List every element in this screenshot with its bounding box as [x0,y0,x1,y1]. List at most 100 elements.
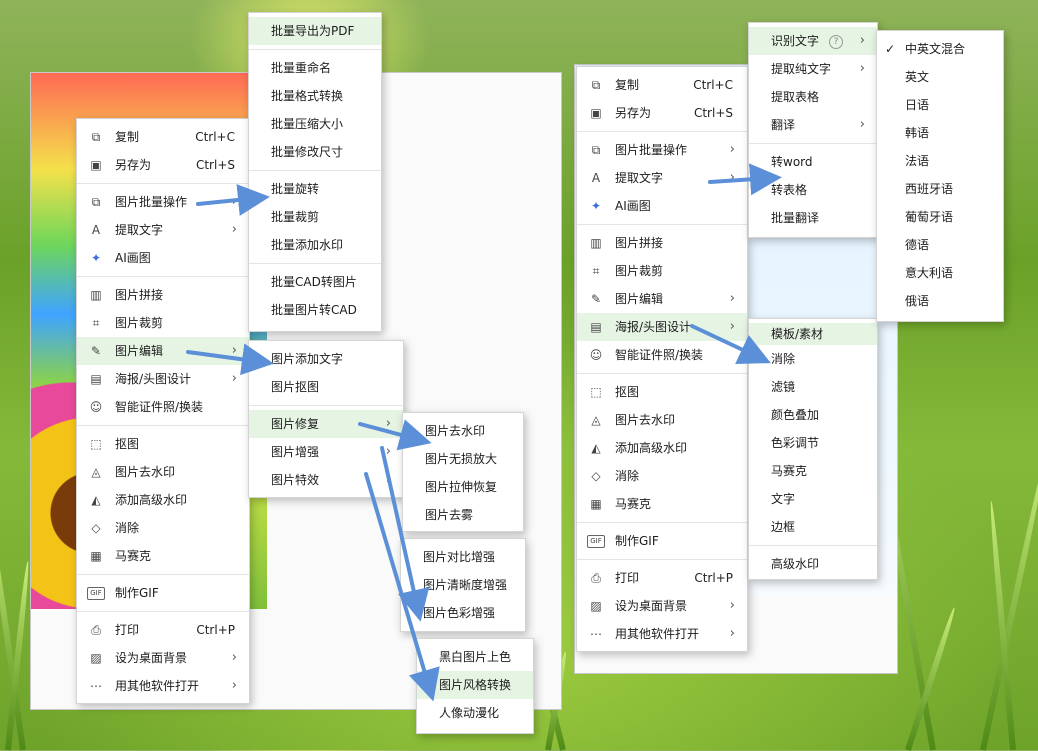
menu-item-remove-watermark[interactable]: ◬ 图片去水印 [77,458,249,486]
menu-item-enhance[interactable]: 图片增强 › [249,438,403,466]
chevron-right-icon: › [231,678,237,693]
menu-item-translate[interactable]: 翻译 › [749,111,877,139]
menu-item-lang-ja[interactable]: 日语 [877,91,1003,119]
chevron-right-icon: › [231,194,237,209]
menu-item-poster[interactable]: ▤ 海报/头图设计 › [77,365,249,393]
menu-item-lang-fr[interactable]: 法语 [877,147,1003,175]
menu-item-print[interactable]: ⎙ 打印 Ctrl+P [77,616,249,644]
menu-item-color-adjust[interactable]: 色彩调节 [749,429,877,457]
menu-item-batch[interactable]: ⧉ 图片批量操作 › [577,136,747,164]
menu-item-ai-draw[interactable]: ✦ AI画图 [77,244,249,272]
edit-icon: ✎ [90,344,102,358]
menu-item-text[interactable]: 文字 [749,485,877,513]
menu-item-erase[interactable]: ◇ 消除 [77,514,249,542]
menu-item-recognize-text[interactable]: 识别文字? › [749,27,877,55]
menu-item-wallpaper[interactable]: ▨ 设为桌面背景 › [77,644,249,672]
menu-item-cutout[interactable]: ⬚ 抠图 [77,430,249,458]
menu-item-edit[interactable]: ✎ 图片编辑 › [77,337,249,365]
menu-item-id-photo[interactable]: ☺ 智能证件照/换装 [77,393,249,421]
menu-item-edit[interactable]: ✎ 图片编辑 › [577,285,747,313]
menu-item-to-word[interactable]: 转word [749,148,877,176]
menu-item-mosaic[interactable]: ▦ 马赛克 [77,542,249,570]
menu-item-style-transfer[interactable]: 图片风格转换 [417,671,533,699]
menu-item-plain-text[interactable]: 提取纯文字 › [749,55,877,83]
poster-icon: ▤ [90,372,102,386]
menu-item-batch-cad-to-image[interactable]: 批量CAD转图片 [249,268,381,296]
menu-item-repair-watermark[interactable]: 图片去水印 [403,417,523,445]
menu-item-to-table[interactable]: 转表格 [749,176,877,204]
menu-item-lang-zh-en[interactable]: ✓ 中英文混合 [877,35,1003,63]
menu-item-batch-image-to-cad[interactable]: 批量图片转CAD [249,296,381,324]
menu-item-color-overlay[interactable]: 颜色叠加 [749,401,877,429]
menu-item-stretch-restore[interactable]: 图片拉伸恢复 [403,473,523,501]
menu-item-poster-erase[interactable]: 消除 [749,345,877,373]
menu-item-lang-de[interactable]: 德语 [877,231,1003,259]
menu-item-contrast-enhance[interactable]: 图片对比增强 [401,543,525,571]
menu-item-extract-text[interactable]: A 提取文字 › [77,216,249,244]
copy-icon: ⧉ [591,78,601,92]
menu-item-open-with[interactable]: ⋯ 用其他软件打开 › [77,672,249,700]
menu-item-copy[interactable]: ⧉ 复制 Ctrl+C [77,123,249,151]
chevron-right-icon: › [729,170,735,185]
menu-item-sharpness-enhance[interactable]: 图片清晰度增强 [401,571,525,599]
menu-item-copy[interactable]: ⧉ 复制 Ctrl+C [577,71,747,99]
menu-item-save-as[interactable]: ▣ 另存为 Ctrl+S [577,99,747,127]
menu-item-effects[interactable]: 图片特效 › [249,466,403,494]
menu-item-remove-watermark[interactable]: ◬ 图片去水印 [577,406,747,434]
menu-item-batch-rename[interactable]: 批量重命名 [249,54,381,82]
menu-item-lang-pt[interactable]: 葡萄牙语 [877,203,1003,231]
menu-item-lang-en[interactable]: 英文 [877,63,1003,91]
menu-item-crop[interactable]: ⌗ 图片裁剪 [77,309,249,337]
menu-item-collage[interactable]: ▥ 图片拼接 [77,281,249,309]
menu-item-batch-convert[interactable]: 批量格式转换 [249,82,381,110]
menu-item-repair[interactable]: 图片修复 › [249,410,403,438]
menu-item-gif[interactable]: GIF 制作GIF [577,527,747,555]
menu-item-anime-portrait[interactable]: 人像动漫化 [417,699,533,727]
menu-item-batch[interactable]: ⧉ 图片批量操作 › [77,188,249,216]
menu-item-batch-rotate[interactable]: 批量旋转 [249,175,381,203]
menu-item-batch-translate[interactable]: 批量翻译 [749,204,877,232]
menu-item-lang-ru[interactable]: 俄语 [877,287,1003,315]
menu-item-batch-resize[interactable]: 批量修改尺寸 [249,138,381,166]
menu-item-wallpaper[interactable]: ▨ 设为桌面背景 › [577,592,747,620]
menu-item-erase[interactable]: ◇ 消除 [577,462,747,490]
menu-item-ai-draw[interactable]: ✦ AI画图 [577,192,747,220]
menu-item-batch-pdf[interactable]: 批量导出为PDF [249,17,381,45]
menu-item-gif[interactable]: GIF 制作GIF [77,579,249,607]
menu-item-dehaze[interactable]: 图片去雾 [403,501,523,529]
menu-item-id-photo[interactable]: ☺ 智能证件照/换装 [577,341,747,369]
menu-item-color-enhance[interactable]: 图片色彩增强 [401,599,525,627]
menu-item-batch-watermark[interactable]: 批量添加水印 [249,231,381,259]
separator [77,276,249,277]
menu-item-crop[interactable]: ⌗ 图片裁剪 [577,257,747,285]
menu-item-print[interactable]: ⎙ 打印 Ctrl+P [577,564,747,592]
menu-item-lossless-upscale[interactable]: 图片无损放大 [403,445,523,473]
menu-item-open-with[interactable]: ⋯ 用其他软件打开 › [577,620,747,648]
menu-item-template[interactable]: 模板/素材 [749,323,877,345]
menu-item-lang-es[interactable]: 西班牙语 [877,175,1003,203]
menu-item-batch-compress[interactable]: 批量压缩大小 [249,110,381,138]
menu-item-collage[interactable]: ▥ 图片拼接 [577,229,747,257]
menu-item-colorize[interactable]: 黑白图片上色 [417,643,533,671]
menu-item-advanced-watermark[interactable]: 高级水印 [749,550,877,578]
gif-icon: GIF [87,587,105,600]
help-icon[interactable]: ? [829,34,844,49]
menu-item-filter[interactable]: 滤镜 [749,373,877,401]
menu-item-add-watermark[interactable]: ◭ 添加高级水印 [577,434,747,462]
menu-item-extract-table[interactable]: 提取表格 [749,83,877,111]
menu-item-add-text[interactable]: 图片添加文字 [249,345,403,373]
menu-item-batch-crop[interactable]: 批量裁剪 [249,203,381,231]
menu-item-cutout[interactable]: ⬚ 抠图 [577,378,747,406]
menu-item-add-watermark[interactable]: ◭ 添加高级水印 [77,486,249,514]
menu-item-poster[interactable]: ▤ 海报/头图设计 › [577,313,747,341]
menu-item-border[interactable]: 边框 [749,513,877,541]
menu-item-image-cutout[interactable]: 图片抠图 [249,373,403,401]
menu-item-lang-it[interactable]: 意大利语 [877,259,1003,287]
chevron-right-icon: › [231,222,237,237]
menu-item-lang-ko[interactable]: 韩语 [877,119,1003,147]
menu-item-extract-text[interactable]: A 提取文字 › [577,164,747,192]
menu-item-save-as[interactable]: ▣ 另存为 Ctrl+S [77,151,249,179]
separator [577,131,747,132]
menu-item-poster-mosaic[interactable]: 马赛克 [749,457,877,485]
menu-item-mosaic[interactable]: ▦ 马赛克 [577,490,747,518]
